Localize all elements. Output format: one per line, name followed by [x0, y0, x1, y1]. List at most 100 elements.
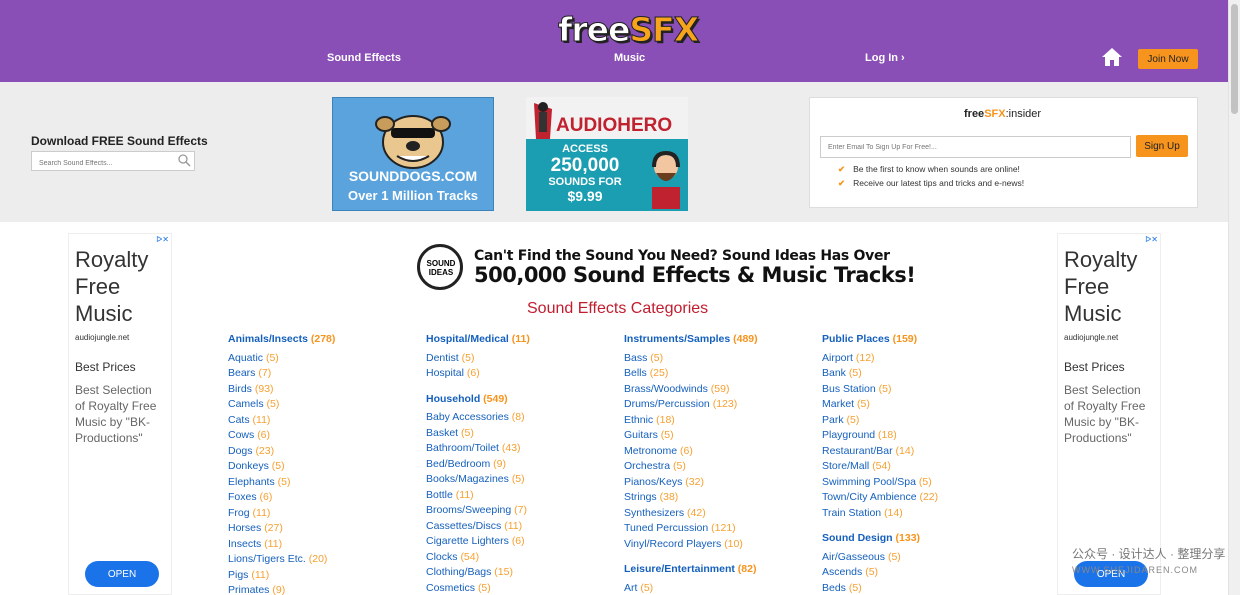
sounddogs-ad[interactable]: SOUNDDOGS.COM Over 1 Million Tracks — [332, 97, 494, 211]
category-link[interactable]: Dogs (23) — [228, 444, 418, 460]
category-count: (5) — [477, 581, 491, 594]
freesfx-logo[interactable]: freeSFX — [557, 10, 699, 50]
category-link[interactable]: Synthesizers (42) — [624, 506, 814, 522]
category-group-link[interactable]: Public Places (159) — [822, 332, 1012, 348]
category-count: (5) — [673, 460, 686, 472]
home-icon[interactable] — [1101, 47, 1123, 67]
category-name: Lions/Tigers Etc. — [228, 553, 306, 565]
right-side-ad[interactable]: ᐅ✕ Royalty Free Music audiojungle.net Be… — [1057, 233, 1161, 595]
category-group-name: Household — [426, 392, 481, 405]
category-count: (11) — [252, 413, 271, 426]
category-link[interactable]: Books/Magazines (5) — [426, 472, 616, 488]
category-link[interactable]: Brass/Woodwinds (59) — [624, 382, 814, 398]
category-link[interactable]: Aquatic (5) — [228, 351, 418, 367]
audiohero-ad[interactable]: AUDIOHERO ACCESS 250,000 SOUNDS FOR $9.9… — [526, 97, 688, 211]
category-link[interactable]: Bus Station (5) — [822, 382, 1012, 398]
category-link[interactable]: Swimming Pool/Spa (5) — [822, 475, 1012, 491]
adchoices-icon[interactable]: ᐅ✕ — [1145, 235, 1158, 244]
category-link[interactable]: Clothing/Bags (15) — [426, 565, 616, 581]
category-link[interactable]: Playground (18) — [822, 428, 1012, 444]
sound-ideas-subheadline[interactable]: 500,000 Sound Effects & Music Tracks! — [474, 263, 916, 287]
scrollbar-thumb[interactable] — [1231, 4, 1238, 114]
category-link[interactable]: Art (5) — [624, 581, 814, 595]
category-link[interactable]: Lions/Tigers Etc. (20) — [228, 552, 418, 568]
category-link[interactable]: Cigarette Lighters (6) — [426, 534, 616, 550]
category-link[interactable]: Bears (7) — [228, 366, 418, 382]
category-link[interactable]: Guitars (5) — [624, 428, 814, 444]
category-link[interactable]: Metronome (6) — [624, 444, 814, 460]
category-group-name: Leisure/Entertainment — [624, 563, 735, 575]
category-link[interactable]: Airport (12) — [822, 351, 1012, 367]
category-link[interactable]: Pigs (11) — [228, 568, 418, 584]
category-link[interactable]: Tuned Percussion (121) — [624, 521, 814, 537]
category-link[interactable]: Frog (11) — [228, 506, 418, 522]
adchoices-icon[interactable]: ᐅ✕ — [156, 235, 169, 244]
nav-login[interactable]: Log In › — [865, 52, 905, 64]
category-link[interactable]: Market (5) — [822, 397, 1012, 413]
sounddogs-tagline: Over 1 Million Tracks — [347, 188, 479, 203]
insider-email-input[interactable] — [820, 136, 1131, 158]
search-icon[interactable] — [178, 154, 191, 167]
category-link[interactable]: Basket (5) — [426, 426, 616, 442]
category-link[interactable]: Bed/Bedroom (9) — [426, 457, 616, 473]
sound-ideas-headline[interactable]: Can't Find the Sound You Need? Sound Ide… — [474, 248, 890, 264]
join-now-button[interactable]: Join Now — [1138, 49, 1198, 69]
category-group-link[interactable]: Household (549) — [426, 392, 616, 408]
category-link[interactable]: Birds (93) — [228, 382, 418, 398]
category-link[interactable]: Baby Accessories (8) — [426, 410, 616, 426]
category-link[interactable]: Brooms/Sweeping (7) — [426, 503, 616, 519]
audiohero-name: AUDIOHERO — [556, 115, 673, 136]
side-ad-open-button[interactable]: OPEN — [85, 561, 159, 587]
category-link[interactable]: Ethnic (18) — [624, 413, 814, 429]
category-group-link[interactable]: Animals/Insects (278) — [228, 332, 418, 348]
category-link[interactable]: Hospital (6) — [426, 366, 616, 382]
category-link[interactable]: Pianos/Keys (32) — [624, 475, 814, 491]
category-name: Ethnic — [624, 413, 654, 426]
category-link[interactable]: Air/Gasseous (5) — [822, 550, 1012, 566]
category-link[interactable]: Cats (11) — [228, 413, 418, 429]
category-link[interactable]: Beds (5) — [822, 581, 1012, 595]
category-link[interactable]: Donkeys (5) — [228, 459, 418, 475]
category-group-link[interactable]: Hospital/Medical (11) — [426, 332, 616, 348]
page-scrollbar[interactable] — [1228, 0, 1240, 595]
search-input[interactable] — [32, 154, 172, 173]
left-side-ad[interactable]: ᐅ✕ Royalty Free Music audiojungle.net Be… — [68, 233, 172, 595]
category-link[interactable]: Park (5) — [822, 413, 1012, 429]
category-link[interactable]: Vinyl/Record Players (10) — [624, 537, 814, 553]
category-link[interactable]: Town/City Ambience (22) — [822, 490, 1012, 506]
category-count: (14) — [895, 444, 915, 457]
category-link[interactable]: Cosmetics (5) — [426, 581, 616, 595]
category-link[interactable]: Bathroom/Toilet (43) — [426, 441, 616, 457]
category-link[interactable]: Elephants (5) — [228, 475, 418, 491]
category-link[interactable]: Cassettes/Discs (11) — [426, 519, 616, 535]
category-link[interactable]: Foxes (6) — [228, 490, 418, 506]
category-link[interactable]: Dentist (5) — [426, 351, 616, 367]
category-link[interactable]: Orchestra (5) — [624, 459, 814, 475]
category-link[interactable]: Camels (5) — [228, 397, 418, 413]
category-link[interactable]: Primates (9) — [228, 583, 418, 595]
signup-button[interactable]: Sign Up — [1136, 135, 1188, 157]
category-link[interactable]: Restaurant/Bar (14) — [822, 444, 1012, 460]
category-link[interactable]: Clocks (54) — [426, 550, 616, 566]
category-link[interactable]: Strings (38) — [624, 490, 814, 506]
category-group-link[interactable]: Sound Design (133) — [822, 531, 1012, 547]
search-box[interactable] — [31, 151, 195, 173]
category-link[interactable]: Cows (6) — [228, 428, 418, 444]
category-group-link[interactable]: Instruments/Samples (489) — [624, 332, 814, 348]
category-link[interactable]: Bells (25) — [624, 366, 814, 382]
category-link[interactable]: Store/Mall (54) — [822, 459, 1012, 475]
nav-sound-effects[interactable]: Sound Effects — [327, 52, 401, 64]
category-link[interactable]: Horses (27) — [228, 521, 418, 537]
sound-ideas-logo[interactable]: SOUND IDEAS — [417, 244, 463, 290]
nav-music[interactable]: Music — [614, 52, 645, 64]
category-link[interactable]: Insects (11) — [228, 537, 418, 553]
category-name: Dogs — [228, 444, 253, 457]
category-link[interactable]: Ascends (5) — [822, 565, 1012, 581]
category-count: (93) — [254, 382, 274, 395]
category-link[interactable]: Drums/Percussion (123) — [624, 397, 814, 413]
category-link[interactable]: Bank (5) — [822, 366, 1012, 382]
category-link[interactable]: Bass (5) — [624, 351, 814, 367]
category-link[interactable]: Bottle (11) — [426, 488, 616, 504]
category-link[interactable]: Train Station (14) — [822, 506, 1012, 522]
category-group-link[interactable]: Leisure/Entertainment (82) — [624, 562, 814, 578]
